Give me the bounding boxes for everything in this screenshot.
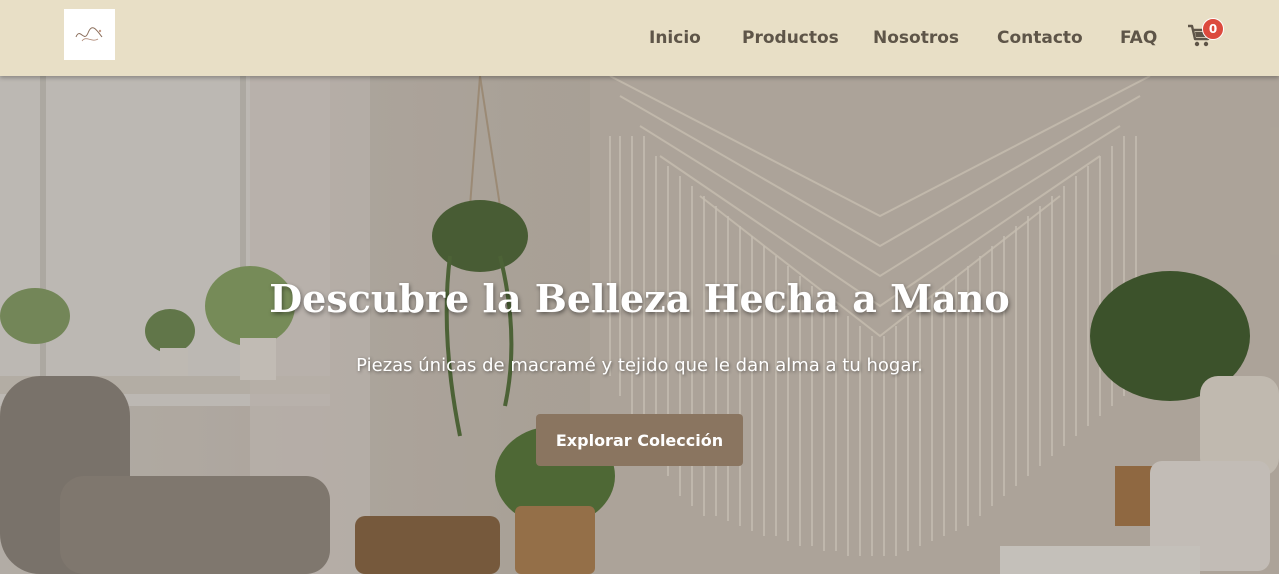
nav-link-faq[interactable]: FAQ bbox=[1120, 28, 1157, 48]
nav-link-nosotros[interactable]: Nosotros bbox=[873, 28, 959, 48]
logo[interactable] bbox=[64, 9, 115, 60]
explore-collection-button[interactable]: Explorar Colección bbox=[536, 414, 743, 466]
hero-overlay bbox=[0, 76, 1279, 574]
nav-link-inicio[interactable]: Inicio bbox=[649, 28, 701, 48]
logo-icon bbox=[75, 26, 102, 41]
hero-subtitle: Piezas únicas de macramé y tejido que le… bbox=[356, 355, 923, 376]
hero-title: Descubre la Belleza Hecha a Mano bbox=[269, 276, 1010, 321]
nav-link-productos[interactable]: Productos bbox=[742, 28, 839, 48]
cart-count-badge: 0 bbox=[1202, 18, 1224, 40]
navbar: Inicio Productos Nosotros Contacto FAQ 0 bbox=[0, 0, 1279, 76]
hero-section: Descubre la Belleza Hecha a Mano Piezas … bbox=[0, 76, 1279, 574]
nav-link-contacto[interactable]: Contacto bbox=[997, 28, 1083, 48]
